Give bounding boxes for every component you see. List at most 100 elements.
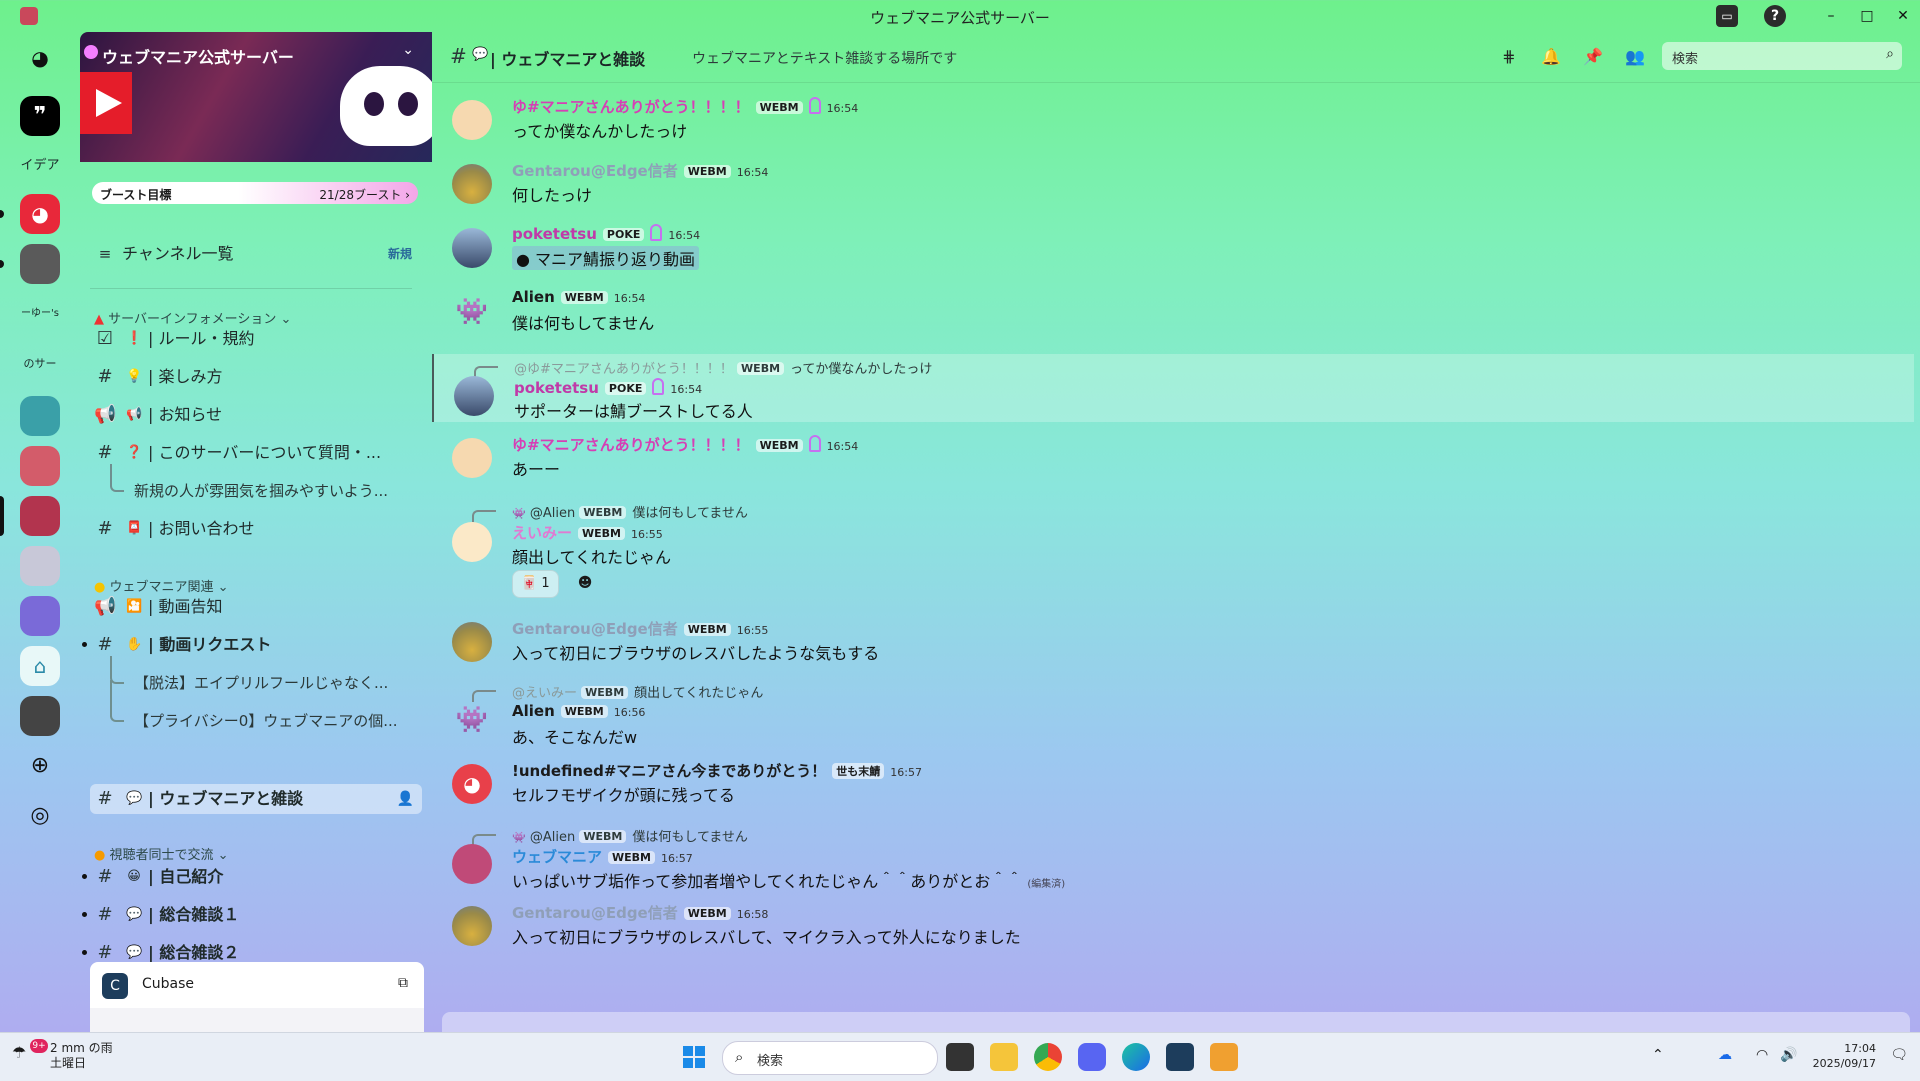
add-member-icon[interactable]: 👤 — [397, 784, 414, 814]
server-avatar-1[interactable] — [20, 244, 60, 284]
maximize-icon[interactable]: □ — [1856, 5, 1878, 27]
message[interactable]: 👾 @Alien WEBM 僕は何もしてません えいみー WEBM 16:55 顔出し… — [432, 498, 1912, 598]
file-explorer-icon[interactable] — [990, 1043, 1018, 1071]
bell-icon[interactable]: 🔔 — [1540, 46, 1562, 68]
message[interactable]: @ゆ#マニアさんありがとう！！！！ WEBM ってか僕なんかしたっけ pokete… — [432, 354, 1914, 422]
search-icon: ⌕ — [735, 1048, 744, 1066]
wifi-icon[interactable]: ◠ — [1756, 1047, 1768, 1063]
server-yu[interactable]: ーゆー's — [20, 294, 60, 334]
notification-icon[interactable]: 🗨 — [1890, 1047, 1908, 1063]
search-input[interactable]: 検索 ⌕ — [1662, 42, 1902, 70]
window-title: ウェブマニア公式サーバー — [870, 9, 1050, 27]
member-list-icon[interactable]: 👥 — [1624, 46, 1646, 68]
megaphone-icon: 📢 — [94, 404, 117, 425]
weather-widget[interactable]: 2 mm の雨 土曜日 — [50, 1041, 113, 1071]
server-avatar-3[interactable] — [20, 446, 60, 486]
server-discord-icon[interactable]: ◕ — [20, 194, 60, 234]
megaphone-icon: 📢 — [94, 596, 117, 617]
start-icon[interactable] — [680, 1043, 708, 1071]
search-icon: ⌕ — [1886, 46, 1894, 62]
channel-questions[interactable]: # ❓ | このサーバーについて質問・... — [90, 438, 422, 468]
channel-howto[interactable]: # 💡 | 楽しみ方 — [90, 362, 422, 392]
hash-icon: # — [97, 904, 113, 925]
now-playing-card[interactable]: C Cubase ⧉ — [90, 962, 424, 1008]
discord-taskbar-icon[interactable] — [1078, 1043, 1106, 1071]
message[interactable]: 👾 @Alien WEBM 僕は何もしてません ウェブマニア WEBM 16:57 い… — [432, 822, 1912, 891]
channel-announcements[interactable]: 📢 📢 | お知らせ — [90, 400, 422, 430]
channel-video-announce[interactable]: 📢 🎦 | 動画告知 — [90, 592, 422, 622]
pin-icon[interactable]: 📌 — [1582, 46, 1604, 68]
close-icon[interactable]: ✕ — [1892, 5, 1914, 27]
discord-logo-icon — [340, 66, 432, 146]
channel-link[interactable]: ● マニア鯖振り返り動画 — [512, 246, 700, 270]
server-nosaba[interactable]: のサーバ — [20, 344, 60, 384]
unread-pill — [0, 210, 4, 218]
server-idea[interactable]: イデア — [20, 146, 60, 186]
message[interactable]: ゆ#マニアさんありがとう！！！！ WEBM 16:54 あーー — [432, 430, 1912, 484]
server-avatar-2[interactable] — [20, 396, 60, 436]
taskbar-search-input[interactable]: ⌕ 検索 — [722, 1041, 938, 1075]
discord-home-icon[interactable]: ◕ — [20, 38, 60, 78]
message[interactable]: ◕ !undefined#マニアさん今までありがとう！ 世も末鯖 16:57 セルフ… — [432, 756, 1912, 810]
youtube-play-icon — [80, 72, 132, 134]
message[interactable]: Gentarou@Edge信者 WEBM 16:58 入って初日にブラウザのレスバし… — [432, 898, 1912, 952]
channel-video-request[interactable]: # ✋ | 動画リクエスト — [82, 630, 422, 660]
add-server-icon[interactable]: ⊕ — [20, 746, 60, 786]
volume-icon[interactable]: 🔊 — [1780, 1047, 1797, 1063]
chrome-icon[interactable] — [1034, 1043, 1062, 1071]
message[interactable]: 👾 Alien WEBM 16:54 僕は何もしてません — [432, 284, 1912, 338]
avatar — [452, 844, 492, 884]
thread-privacy[interactable]: 【プライバシー0】ウェブマニアの個... — [90, 680, 422, 736]
channel-rules[interactable]: ☑ ❗ | ルール・規約 — [90, 324, 422, 354]
channel-webmania-chat[interactable]: # 💬 | ウェブマニアと雑談 👤 — [90, 784, 422, 814]
reaction-button[interactable]: 🀄 1 — [512, 570, 559, 598]
help-icon[interactable]: ? — [1764, 5, 1786, 27]
boost-goal-bar[interactable]: ブースト目標 21/28ブースト › — [92, 182, 418, 204]
channel-intro[interactable]: # 😀 | 自己紹介 — [82, 862, 422, 892]
avatar — [452, 438, 492, 478]
cubase-taskbar-icon[interactable] — [1166, 1043, 1194, 1071]
server-avatar-6[interactable]: ⌂ — [20, 646, 60, 686]
task-view-icon[interactable] — [946, 1043, 974, 1071]
channel-topic[interactable]: ウェブマニアとテキスト雑談する場所です — [692, 48, 957, 68]
edge-icon[interactable] — [1122, 1043, 1150, 1071]
message[interactable]: poketetsu POKE 16:54 ● マニア鯖振り返り動画 — [432, 220, 1912, 274]
message[interactable]: ゆ#マニアさんありがとう！！！！ WEBM 16:54 ってか僕なんかしたっけ — [432, 92, 1912, 146]
onedrive-icon[interactable]: ☁ — [1718, 1047, 1732, 1063]
server-avatar-4[interactable] — [20, 546, 60, 586]
media-player-icon[interactable] — [1210, 1043, 1238, 1071]
server-avatar-7[interactable] — [20, 696, 60, 736]
threads-icon[interactable]: ⋕ — [1498, 46, 1520, 68]
rain-icon: ☂ — [12, 1043, 27, 1062]
message-composer[interactable] — [442, 1012, 1910, 1032]
clock[interactable]: 17:04 2025/09/17 — [1813, 1041, 1876, 1071]
server-banner[interactable]: ウェブマニア公式サーバー ⌄ — [80, 32, 432, 162]
avatar — [452, 522, 492, 562]
channel-contact[interactable]: # 📮 | お問い合わせ — [90, 514, 422, 544]
screen-share-icon[interactable]: ⧉ — [398, 975, 408, 991]
notification-badge: 9+ — [30, 1039, 48, 1053]
add-reaction-icon[interactable]: ☻ — [574, 572, 596, 594]
thread-newcomer[interactable]: 新規の人が雰囲気を掴みやすいよう... — [90, 464, 422, 506]
channel-list-button[interactable]: ≡ チャンネル一覧 新規 — [90, 239, 422, 269]
server-avatar-webmania[interactable] — [20, 496, 60, 536]
hash-icon: # — [97, 518, 113, 539]
tray-chevron-icon[interactable]: ⌃ — [1652, 1047, 1664, 1063]
message[interactable]: Gentarou@Edge信者 WEBM 16:55 入って初日にブラウザのレスバし… — [432, 614, 1912, 668]
channel-name: | ウェブマニアと雑談 — [490, 50, 646, 69]
explore-icon[interactable]: ◎ — [20, 796, 60, 836]
booster-gem-icon — [808, 435, 821, 452]
minimize-icon[interactable]: – — [1820, 5, 1842, 27]
message[interactable]: Gentarou@Edge信者 WEBM 16:54 何したっけ — [432, 156, 1912, 210]
hash-icon: # — [97, 788, 113, 809]
thread-april[interactable]: 【脱法】エイプリルフールじゃなく... — [90, 656, 422, 698]
channel-general-1[interactable]: # 💬 | 総合雑談１ — [82, 900, 422, 930]
booster-gem-icon — [652, 378, 665, 395]
booster-gem-icon — [808, 97, 821, 114]
server-quote-icon[interactable]: ❞ — [20, 96, 60, 136]
chevron-down-icon[interactable]: ⌄ — [402, 42, 414, 58]
category-viewers[interactable]: ● 視聴者同士で交流 ⌄ — [94, 844, 229, 863]
inbox-icon[interactable]: ▭ — [1716, 5, 1738, 27]
server-avatar-5[interactable] — [20, 596, 60, 636]
message[interactable]: @えいみー WEBM 顔出してくれたじゃん 👾 Alien WEBM 16:56 あ、… — [432, 678, 1912, 747]
